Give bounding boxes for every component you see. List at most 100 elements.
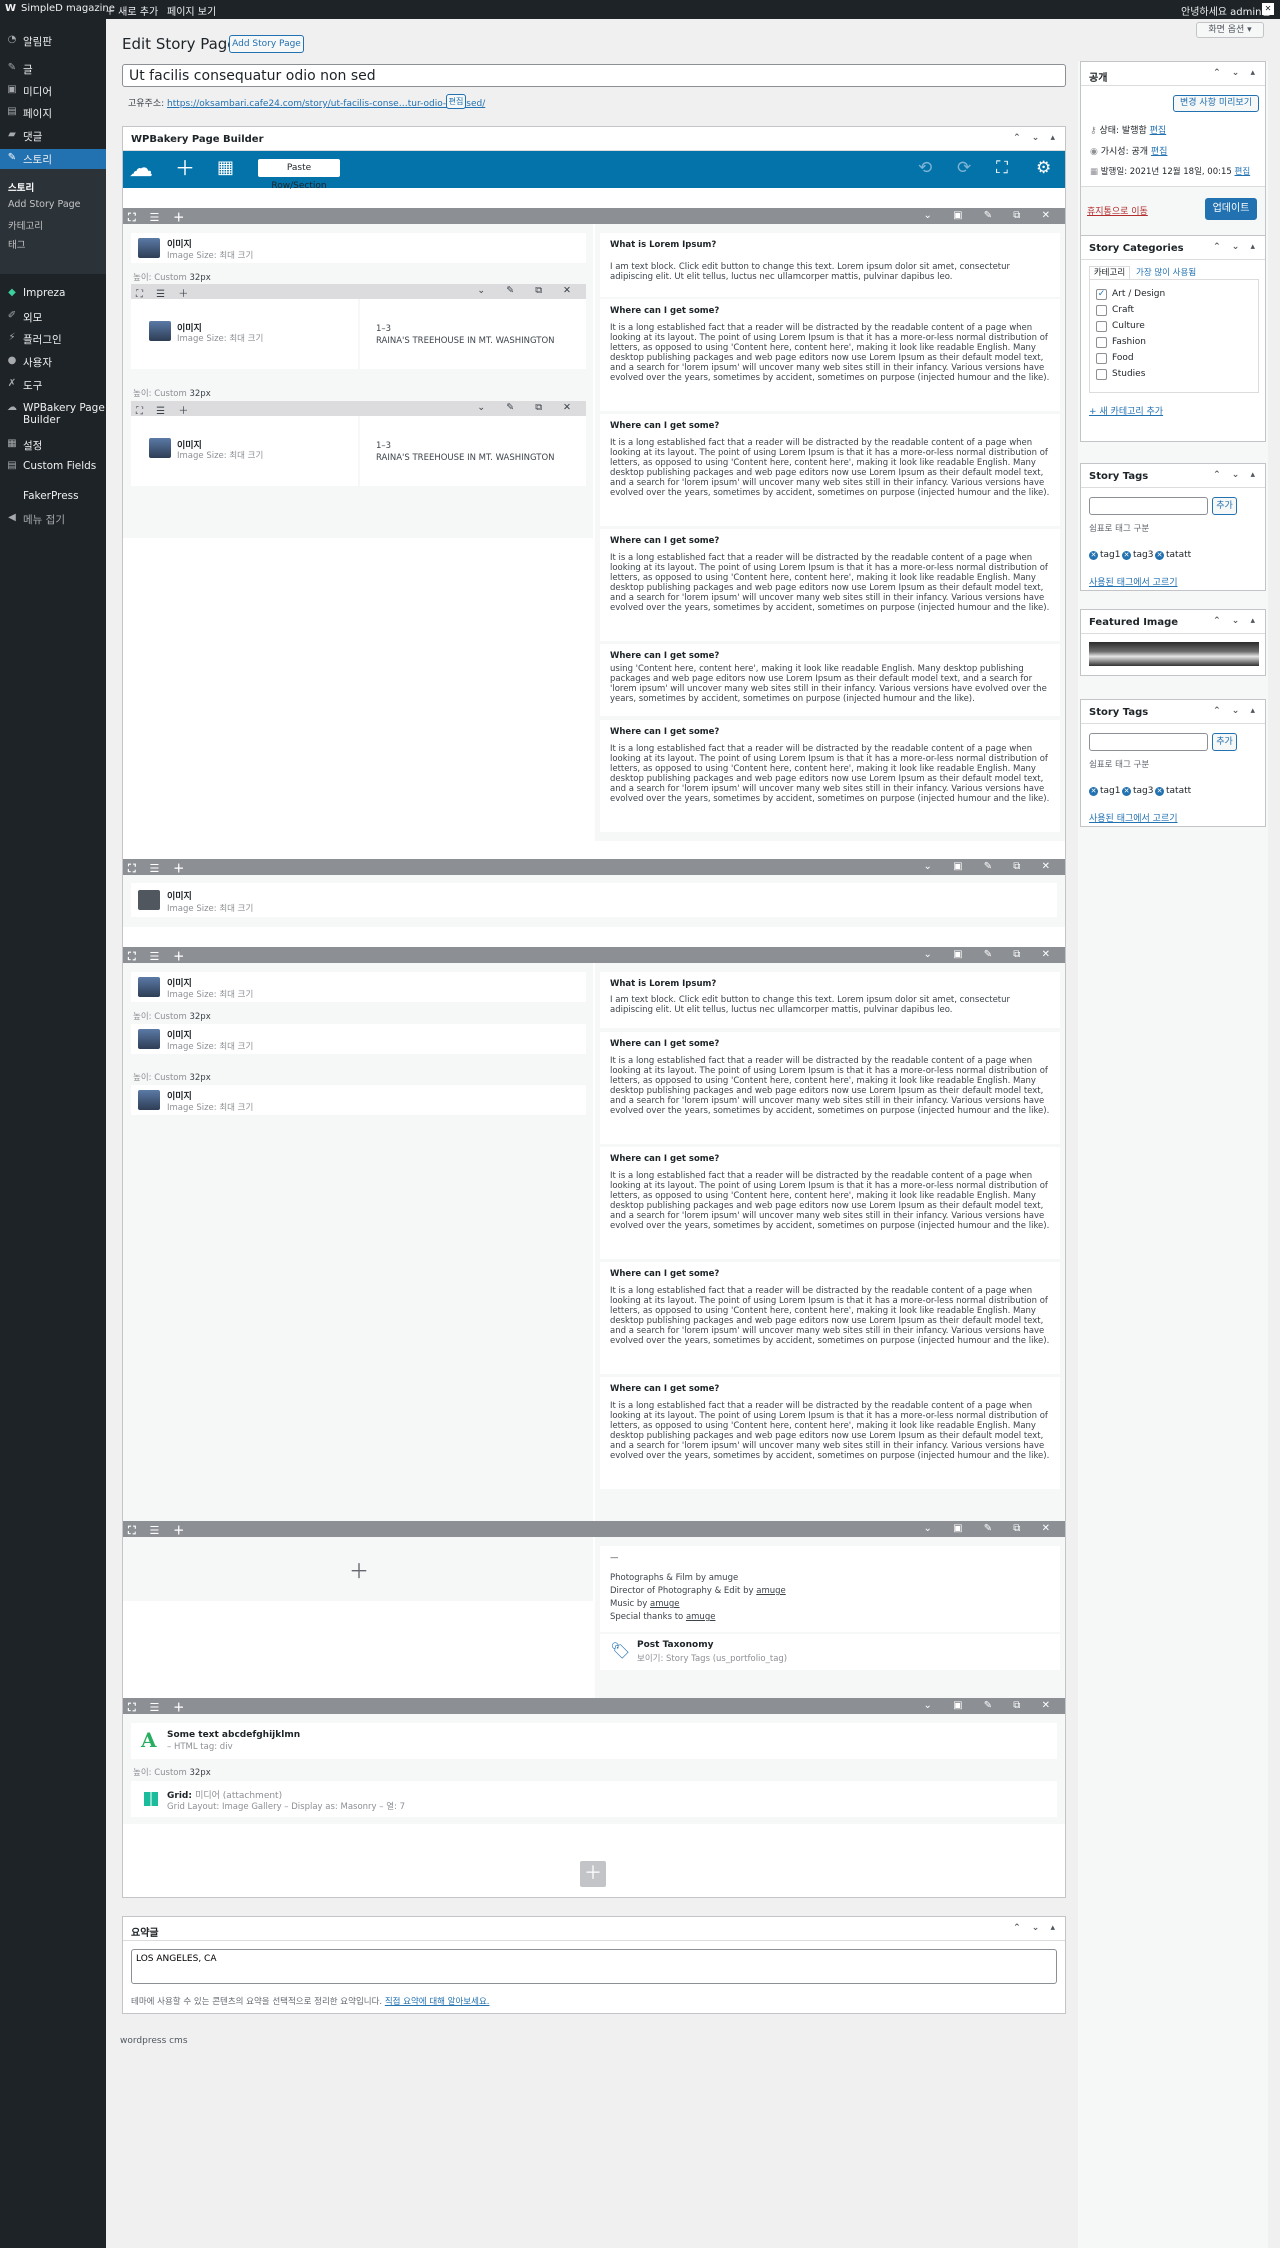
remove-tag-icon[interactable]: ✕ (1155, 551, 1164, 560)
category-checkbox[interactable] (1096, 353, 1107, 364)
choose-tags-link[interactable]: 사용된 태그에서 고르기 (1089, 811, 1178, 824)
user-avatar[interactable]: ✕ (1262, 3, 1274, 15)
tag-chip[interactable]: ✕ tag1 (1089, 786, 1120, 796)
remove-tag-icon[interactable]: ✕ (1089, 787, 1098, 796)
submenu-tags[interactable]: 태그 (8, 237, 25, 251)
inner-image-element[interactable]: 이미지 Image Size: 최대 크기 (131, 416, 358, 486)
site-name-link[interactable]: SimpleD magazine (21, 3, 115, 14)
add-element-icon[interactable]: ＋ (175, 158, 195, 178)
menu-plugins[interactable]: ⚡ 플러그인 (0, 329, 106, 349)
inner-image-element[interactable]: 이미지 Image Size: 최대 크기 (131, 299, 358, 369)
submenu-add-story[interactable]: Add Story Page (8, 199, 81, 210)
screen-options-button[interactable]: 화면 옵션 ▾ (1196, 22, 1264, 38)
tag-chip[interactable]: ✕ tatatt (1155, 550, 1191, 560)
wp-logo-icon[interactable]: W (5, 3, 16, 14)
menu-stories[interactable]: ✎ 스토리 (0, 149, 106, 169)
tag-chip[interactable]: ✕ tag1 (1089, 550, 1120, 560)
menu-collapse[interactable]: ◀ 메뉴 접기 (0, 509, 106, 529)
featured-image-preview[interactable] (1089, 642, 1259, 666)
permalink-url[interactable]: https://oksambari.cafe24.com/story/ut-fa… (167, 99, 485, 109)
tag-chip[interactable]: ✕ tatatt (1155, 786, 1191, 796)
excerpt-help-link[interactable]: 직접 요약에 대해 알아보세요. (385, 1997, 490, 2007)
submenu-stories[interactable]: 스토리 (8, 180, 34, 194)
new-content-link[interactable]: ＋ 새로 추가 (105, 3, 158, 18)
tag-input[interactable] (1089, 733, 1208, 751)
menu-settings[interactable]: ▦ 설정 (0, 435, 106, 455)
remove-tag-icon[interactable]: ✕ (1122, 551, 1131, 560)
menu-appearance[interactable]: ✐ 외모 (0, 307, 106, 327)
text-block-element[interactable]: What is Lorem Ipsum? I am text block. Cli… (600, 972, 1060, 1028)
add-story-page-button[interactable]: Add Story Page (229, 35, 304, 53)
image-element[interactable]: 이미지 Image Size: 최대 크기 (131, 233, 586, 263)
text-block-element[interactable]: Where can I get some? It is a long establ… (600, 414, 1060, 526)
category-checkbox[interactable] (1096, 369, 1107, 380)
builder-settings-icon[interactable]: ⚙ (1036, 158, 1051, 178)
update-button[interactable]: 업데이트 (1205, 198, 1257, 220)
menu-impreza[interactable]: ◆ Impreza (0, 284, 106, 304)
trash-link[interactable]: 휴지통으로 이동 (1087, 204, 1148, 217)
remove-tag-icon[interactable]: ✕ (1155, 787, 1164, 796)
menu-pages[interactable]: ▤ 페이지 (0, 103, 106, 123)
menu-custom-fields[interactable]: ▤ Custom Fields (0, 457, 106, 477)
excerpt-textarea[interactable]: LOS ANGELES, CA (131, 1949, 1057, 1984)
choose-tags-link[interactable]: 사용된 태그에서 고르기 (1089, 575, 1178, 588)
add-element-icon[interactable]: ＋ (349, 1555, 369, 1584)
text-block-element[interactable]: Where can I get some? It is a long establ… (600, 1032, 1060, 1144)
post-taxonomy-element[interactable]: 🏷 Post Taxonomy 보이기: Story Tags (us_port… (600, 1634, 1060, 1670)
add-tag-button[interactable]: 추가 (1212, 733, 1237, 751)
submenu-categories[interactable]: 카테고리 (8, 218, 43, 232)
add-row-button[interactable]: ＋ (580, 1861, 606, 1887)
category-checkbox[interactable]: ✓ (1096, 289, 1107, 300)
menu-comments[interactable]: ▰ 댓글 (0, 126, 106, 146)
text-block-element[interactable]: Where can I get some? It is a long establ… (600, 720, 1060, 832)
image-element[interactable]: 이미지 Image Size: 최대 크기 (131, 883, 1057, 917)
category-checkbox[interactable] (1096, 321, 1107, 332)
wpbakery-logo-icon[interactable]: ☁ (129, 156, 153, 180)
menu-tools[interactable]: ✗ 도구 (0, 375, 106, 395)
templates-icon[interactable]: ▦ (217, 158, 234, 178)
redo-icon[interactable]: ⟳ (957, 158, 971, 178)
undo-icon[interactable]: ⟲ (918, 158, 932, 178)
add-category-link[interactable]: + 새 카테고리 추가 (1089, 404, 1163, 417)
text-block-element[interactable]: Where can I get some? It is a long establ… (600, 1262, 1060, 1374)
inner-text-element[interactable]: 1–3 RAINA'S TREEHOUSE IN MT. WASHINGTON (360, 299, 586, 369)
menu-wpbakery[interactable]: ☁ WPBakery Page Builder (0, 399, 106, 429)
text-block-element[interactable]: Where can I get some? It is a long establ… (600, 299, 1060, 411)
remove-tag-icon[interactable]: ✕ (1089, 551, 1098, 560)
status-edit-link[interactable]: 편집 (1150, 126, 1167, 136)
row-move-add-icons[interactable]: ⛶ ☰ ＋ (128, 209, 189, 225)
view-page-link[interactable]: 페이지 보기 (167, 3, 216, 18)
add-tag-button[interactable]: 추가 (1212, 497, 1237, 515)
image-element[interactable]: 이미지 Image Size: 최대 크기 (131, 1085, 586, 1115)
image-element[interactable]: 이미지 Image Size: 최대 크기 (131, 1024, 586, 1054)
tag-chip[interactable]: ✕ tag3 (1122, 550, 1153, 560)
preview-changes-button[interactable]: 변경 사항 미리보기 (1173, 95, 1259, 112)
some-text-element[interactable]: A Some text abcdefghijklmn – HTML tag: d… (131, 1723, 1057, 1759)
menu-posts[interactable]: ✎ 글 (0, 59, 106, 79)
permalink-edit-button[interactable]: 편집 (446, 94, 466, 109)
category-checkbox[interactable] (1096, 305, 1107, 316)
text-block-element[interactable]: Where can I get some? It is a long establ… (600, 529, 1060, 641)
menu-fakerpress[interactable]: FakerPress (0, 487, 106, 507)
text-block-element[interactable]: Where can I get some? using 'Content here… (600, 644, 1060, 716)
tab-most-used[interactable]: 가장 많이 사용됨 (1136, 266, 1196, 278)
tag-chip[interactable]: ✕ tag3 (1122, 786, 1153, 796)
text-block-element[interactable]: Where can I get some? It is a long establ… (600, 1377, 1060, 1489)
row-action-icons[interactable]: ⌄ ▣ ✎ ⧉ ✕ (924, 210, 1059, 221)
fullscreen-icon[interactable]: ⛶ (996, 158, 1008, 178)
box-controls[interactable]: ⌃ ⌄ ▴ (1013, 133, 1059, 143)
inner-text-element[interactable]: 1–3 RAINA'S TREEHOUSE IN MT. WASHINGTON (360, 416, 586, 486)
credits-text-element[interactable]: — Photographs & Film by amuge Director o… (600, 1546, 1060, 1632)
paste-row-button[interactable]: Paste Row/Section (258, 159, 340, 191)
howdy-user-link[interactable]: 안녕하세요 admin님 (1181, 3, 1271, 18)
category-checkbox[interactable] (1096, 337, 1107, 348)
menu-users[interactable]: ● 사용자 (0, 352, 106, 372)
menu-dashboard[interactable]: ◔ 알림판 (0, 31, 106, 51)
image-element[interactable]: 이미지 Image Size: 최대 크기 (131, 972, 586, 1002)
visibility-edit-link[interactable]: 편집 (1151, 147, 1168, 157)
text-block-element[interactable]: What is Lorem Ipsum? I am text block. Cli… (600, 233, 1060, 297)
date-edit-link[interactable]: 편집 (1235, 167, 1251, 177)
menu-media[interactable]: ▣ 미디어 (0, 81, 106, 101)
text-block-element[interactable]: Where can I get some? It is a long establ… (600, 1147, 1060, 1259)
grid-element[interactable]: Grid: 미디어 (attachment) Grid Layout: Imag… (131, 1781, 1057, 1817)
